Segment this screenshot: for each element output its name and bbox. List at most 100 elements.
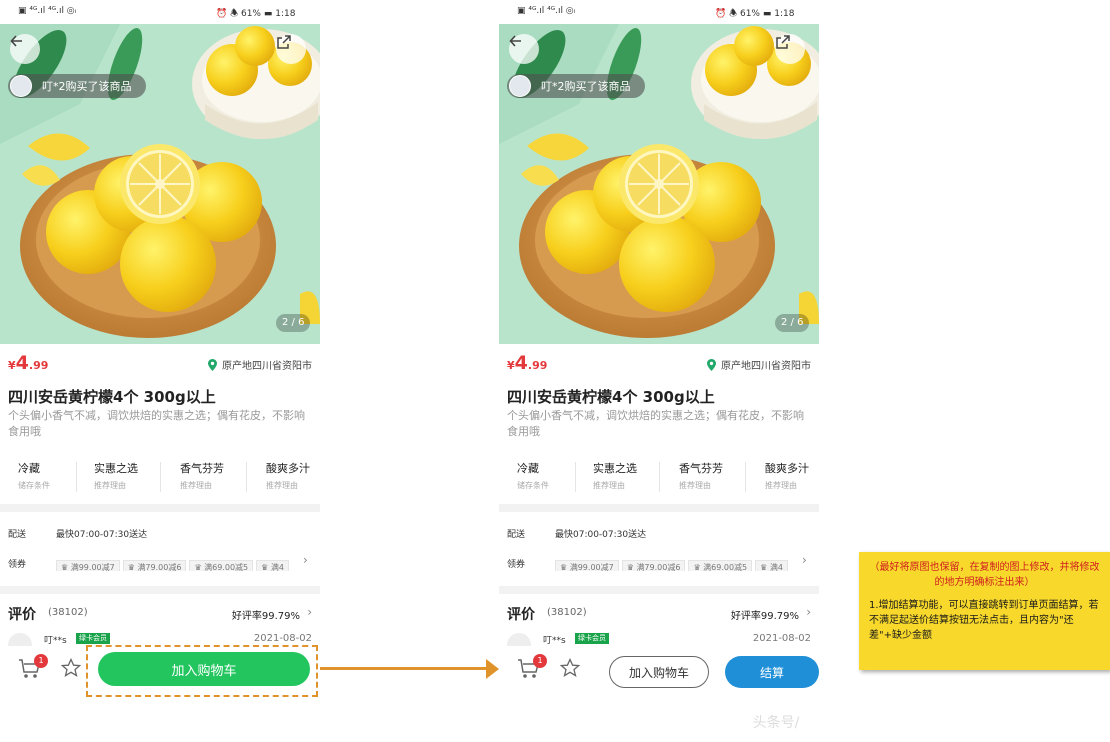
recent-buyer-banner: 叮*2购买了该商品 [507, 74, 645, 98]
reviews-title: 评价 [8, 607, 36, 623]
product-image [499, 24, 819, 344]
divider [659, 462, 660, 492]
highlight-box [86, 645, 318, 697]
coupon-text: 满79.00减6 [137, 563, 182, 571]
location-pin-icon [707, 358, 716, 371]
coupon-chip[interactable]: ♛ 满99.00减7 [56, 560, 120, 571]
coupon-list[interactable]: ♛ 满99.00减7 ♛ 满79.00减6 ♛ 满69.00减5 ♛ 满4 [555, 555, 799, 571]
coupon-label: 领券 [507, 560, 526, 570]
divider [76, 462, 77, 492]
share-button[interactable] [775, 34, 805, 64]
tag-fragrance: 香气芬芳 推荐理由 [180, 460, 260, 491]
product-image [0, 24, 320, 344]
divider [745, 462, 746, 492]
coupon-list[interactable]: ♛ 满99.00减7 ♛ 满79.00减6 ♛ 满69.00减5 ♛ 满4 [56, 555, 300, 571]
divider [160, 462, 161, 492]
reviews-header[interactable]: 评价 (38102) 好评率99.79% › [8, 604, 312, 624]
share-button[interactable] [276, 34, 306, 64]
origin-text: 原产地四川省资阳市 [222, 361, 312, 372]
star-icon[interactable] [560, 658, 580, 678]
origin-text: 原产地四川省资阳市 [721, 361, 811, 372]
star-icon[interactable] [61, 658, 81, 678]
buyer-avatar [10, 75, 32, 97]
reviews-count: (38102) [547, 607, 587, 618]
tag-desc: 推荐理由 [266, 481, 298, 490]
product-subtitle: 个头偏小香气不减，调饮烘焙的实惠之选；偶有花皮，不影响食用哦 [507, 409, 804, 438]
coupon-text: 满99.00减7 [70, 563, 115, 571]
coupon-text: 满99.00减7 [569, 563, 614, 571]
product-tags: 冷藏 储存条件 实惠之选 推荐理由 香气芬芳 推荐理由 酸爽多汁 推荐理由 [0, 460, 320, 496]
checkout-button[interactable]: 结算 [725, 656, 819, 688]
tag-desc: 推荐理由 [180, 481, 212, 490]
tag-name: 冷藏 [517, 462, 539, 475]
arrow-head-icon [486, 659, 499, 679]
review-item: 叮**s 绿卡会员 2021-08-02 [507, 633, 811, 657]
tag-desc: 推荐理由 [679, 481, 711, 490]
status-icons-right: ⏰ 🕭 61% ▬ 1:18 [715, 9, 795, 19]
section-divider [0, 586, 320, 594]
delivery-time: 最快07:00-07:30送达 [555, 530, 647, 540]
phone-screen-original: ▣ ⁴ᴳ.ıl ⁴ᴳ.ıl ◎ᵢ ⏰ 🕭 61% ▬ 1:18 叮*2购买了该商… [0, 0, 320, 742]
coupon-chip[interactable]: ♛ 满69.00减5 [189, 560, 254, 571]
price-currency: ¥ [507, 359, 515, 372]
buyer-banner-text: 叮*2购买了该商品 [541, 80, 631, 93]
product-tags: 冷藏 储存条件 实惠之选推荐理由 香气芬芳推荐理由 酸爽多汁推荐理由 [499, 460, 819, 496]
share-icon [277, 35, 291, 49]
tag-storage: 冷藏 储存条件 [517, 460, 597, 491]
reviews-title: 评价 [507, 607, 535, 623]
reviews-header[interactable]: 评价 (38102) 好评率99.79% › [507, 604, 811, 624]
back-button[interactable] [509, 34, 539, 64]
product-image-carousel[interactable]: 叮*2购买了该商品 2 / 6 [499, 24, 819, 344]
tag-fragrance: 香气芬芳 推荐理由 [679, 460, 759, 491]
image-counter: 2 / 6 [276, 314, 311, 332]
section-divider [0, 504, 320, 512]
coupon-label: 领券 [8, 560, 27, 570]
tag-desc: 推荐理由 [593, 481, 625, 490]
arrow-line [320, 667, 488, 670]
reviews-count: (38102) [48, 607, 88, 618]
tag-desc: 推荐理由 [94, 481, 126, 490]
tag-name: 酸爽多汁 [765, 462, 809, 475]
price-currency: ¥ [8, 359, 16, 372]
coupon-chip[interactable]: ♛ 满79.00减6 [621, 560, 686, 571]
chevron-right-icon[interactable]: › [303, 553, 308, 567]
coupon-chip[interactable]: ♛ 满4 [256, 560, 289, 571]
recent-buyer-banner: 叮*2购买了该商品 [8, 74, 146, 98]
price: ¥4.99 [507, 352, 547, 374]
tag-name: 香气芬芳 [679, 462, 723, 475]
product-title: 四川安岳黄柠檬4个 300g以上 [8, 388, 216, 406]
back-icon [10, 35, 22, 47]
image-counter: 2 / 6 [775, 314, 810, 332]
reviewer-name: 叮**s [543, 636, 566, 646]
chevron-right-icon[interactable]: › [802, 553, 807, 567]
price: ¥4.99 [8, 352, 48, 374]
price-decimal: .99 [28, 359, 49, 372]
member-badge: 绿卡会员 [76, 633, 110, 644]
tag-desc: 推荐理由 [765, 481, 797, 490]
tag-value: 实惠之选 推荐理由 [593, 460, 673, 491]
bottom-action-bar: 1 加入购物车 结算 [499, 646, 819, 696]
product-subtitle: 个头偏小香气不减，调饮烘焙的实惠之选；偶有花皮，不影响食用哦 [8, 409, 305, 438]
coupon-chip[interactable]: ♛ 满4 [755, 560, 788, 571]
back-button[interactable] [10, 34, 40, 64]
location-pin-icon [208, 358, 217, 371]
price-row: ¥4.99 原产地四川省资阳市 [8, 352, 312, 376]
product-image-carousel[interactable]: 叮*2购买了该商品 2 / 6 [0, 24, 320, 344]
tag-name: 实惠之选 [593, 462, 637, 475]
watermark: 头条号/ [752, 715, 800, 731]
annotation-requirement: 1.增加结算功能，可以直接跳转到订单页面结算，若不满足起送价结算按钮无法点击，且… [869, 600, 1099, 641]
tag-value: 实惠之选 推荐理由 [94, 460, 174, 491]
tag-juicy: 酸爽多汁 推荐理由 [765, 460, 819, 491]
coupon-text: 满4 [270, 563, 284, 571]
status-icons-left: ▣ ⁴ᴳ.ıl ⁴ᴳ.ıl ◎ᵢ [517, 6, 576, 16]
coupon-chip[interactable]: ♛ 满99.00减7 [555, 560, 619, 571]
coupon-chip[interactable]: ♛ 满79.00减6 [122, 560, 187, 571]
coupon-chip[interactable]: ♛ 满69.00减5 [688, 560, 753, 571]
price-integer: 4 [15, 352, 29, 374]
add-to-cart-button[interactable]: 加入购物车 [609, 656, 709, 688]
status-icons-left: ▣ ⁴ᴳ.ıl ⁴ᴳ.ıl ◎ᵢ [18, 6, 77, 16]
origin-location: 原产地四川省资阳市 [707, 357, 811, 372]
reviewer-name: 叮**s [44, 636, 67, 646]
delivery-label: 配送 [507, 530, 526, 540]
tag-juicy: 酸爽多汁 推荐理由 [266, 460, 320, 491]
